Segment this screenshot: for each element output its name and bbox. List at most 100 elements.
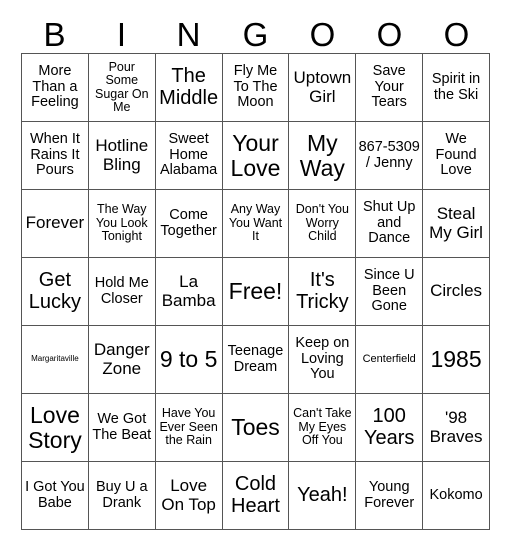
bingo-cell[interactable]: Fly Me To The Moon: [222, 54, 290, 122]
bingo-cell[interactable]: Get Lucky: [22, 258, 89, 326]
bingo-cell-label: Keep on Loving You: [295, 335, 350, 383]
bingo-cell[interactable]: When It Rains It Pours: [22, 122, 89, 190]
bingo-cell-label: Centerfield: [362, 352, 416, 365]
bingo-cell-label: Buy U a Drank: [95, 478, 148, 511]
bingo-cell[interactable]: 1985: [423, 326, 490, 394]
bingo-cell[interactable]: Pour Some Sugar On Me: [88, 54, 156, 122]
bingo-cell-label: Pour Some Sugar On Me: [95, 59, 149, 114]
bingo-cell-label: Free!: [228, 278, 283, 305]
bingo-cell-label: Get Lucky: [28, 268, 82, 313]
bingo-cell-label: Forever: [25, 213, 85, 233]
bingo-cell-label: Margaritaville: [31, 354, 79, 364]
bingo-cell-label: '98 Braves: [429, 408, 483, 446]
bingo-header-letter-5: O: [309, 16, 336, 53]
bingo-card: B I N G O O O More Than a Feeling Pour Some Sug…: [0, 0, 511, 544]
bingo-cell[interactable]: 9 to 5: [155, 326, 223, 394]
bingo-cell-label: Hold Me Closer: [94, 274, 149, 307]
bingo-header-letter-6: O: [376, 16, 403, 53]
bingo-cell[interactable]: Cold Heart: [222, 462, 290, 530]
bingo-cell-label: We Found Love: [435, 131, 477, 179]
bingo-cell[interactable]: Centerfield: [356, 326, 424, 394]
bingo-cell[interactable]: Since U Been Gone: [356, 258, 424, 326]
bingo-cell-label: Love On Top: [161, 476, 216, 514]
bingo-cell[interactable]: Steal My Girl: [423, 190, 490, 258]
bingo-cell[interactable]: Teenage Dream: [222, 326, 290, 394]
bingo-cell[interactable]: The Way You Look Tonight: [88, 190, 156, 258]
bingo-cell[interactable]: My Way: [289, 122, 357, 190]
bingo-cell-label: Come Together: [160, 206, 217, 239]
bingo-cell-label: Fly Me To The Moon: [233, 63, 278, 111]
bingo-cell-label: Steal My Girl: [429, 204, 483, 242]
bingo-cell[interactable]: '98 Braves: [423, 394, 490, 462]
bingo-cell[interactable]: Spirit in the Ski: [423, 54, 490, 122]
bingo-cell[interactable]: Don't You Worry Child: [289, 190, 357, 258]
bingo-cell[interactable]: We Got The Beat: [88, 394, 156, 462]
bingo-cell[interactable]: Can't Take My Eyes Off You: [289, 394, 357, 462]
bingo-cell[interactable]: Sweet Home Alabama: [155, 122, 223, 190]
bingo-cell[interactable]: Kokomo: [423, 462, 490, 530]
bingo-cell[interactable]: Forever: [22, 190, 89, 258]
bingo-cell[interactable]: Young Forever: [356, 462, 424, 530]
bingo-cell[interactable]: Circles: [423, 258, 490, 326]
bingo-cell[interactable]: More Than a Feeling: [22, 54, 89, 122]
bingo-cell[interactable]: I Got You Babe: [22, 462, 89, 530]
bingo-cell-label: 1985: [430, 346, 482, 373]
bingo-cell-label: More Than a Feeling: [31, 63, 79, 111]
bingo-cell[interactable]: 867-5309 / Jenny: [356, 122, 424, 190]
bingo-cell[interactable]: La Bamba: [155, 258, 223, 326]
bingo-cell-label: I Got You Babe: [25, 478, 85, 511]
bingo-cell-label: It's Tricky: [296, 268, 349, 313]
bingo-cell[interactable]: Love On Top: [155, 462, 223, 530]
bingo-cell[interactable]: 100 Years: [356, 394, 424, 462]
bingo-cell[interactable]: Have You Ever Seen the Rain: [155, 394, 223, 462]
bingo-cell-label: The Way You Look Tonight: [95, 202, 148, 244]
bingo-cell-label: Love Story: [28, 401, 82, 453]
bingo-cell[interactable]: Hotline Bling: [88, 122, 156, 190]
bingo-cell-label: Danger Zone: [93, 340, 150, 378]
bingo-cell-label: Shut Up and Dance: [363, 199, 416, 247]
bingo-cell-label: 867-5309 / Jenny: [358, 138, 420, 171]
bingo-cell-label: When It Rains It Pours: [29, 131, 80, 179]
bingo-cell[interactable]: Buy U a Drank: [88, 462, 156, 530]
bingo-cell-label: Sweet Home Alabama: [160, 131, 218, 179]
bingo-cell-label: Young Forever: [364, 478, 415, 511]
bingo-cell-label: Teenage Dream: [227, 342, 284, 375]
bingo-grid: More Than a Feeling Pour Some Sugar On Me…: [21, 53, 490, 530]
bingo-cell[interactable]: Save Your Tears: [356, 54, 424, 122]
bingo-cell[interactable]: The Middle: [155, 54, 223, 122]
bingo-free-space[interactable]: Free!: [222, 258, 290, 326]
bingo-cell-label: Your Love: [230, 129, 281, 181]
bingo-cell[interactable]: Any Way You Want It: [222, 190, 290, 258]
bingo-cell[interactable]: Keep on Loving You: [289, 326, 357, 394]
bingo-cell-label: Since U Been Gone: [363, 267, 415, 315]
bingo-cell[interactable]: Toes: [222, 394, 290, 462]
bingo-cell-label: Don't You Worry Child: [295, 202, 349, 244]
bingo-cell[interactable]: It's Tricky: [289, 258, 357, 326]
bingo-cell[interactable]: Danger Zone: [88, 326, 156, 394]
bingo-cell-label: Yeah!: [297, 483, 348, 506]
bingo-cell[interactable]: Uptown Girl: [289, 54, 357, 122]
bingo-cell[interactable]: Love Story: [22, 394, 89, 462]
bingo-cell[interactable]: Shut Up and Dance: [356, 190, 424, 258]
bingo-cell-label: Hotline Bling: [95, 136, 149, 174]
bingo-cell-label: Save Your Tears: [371, 63, 407, 111]
bingo-header-letter-4: G: [242, 16, 269, 53]
bingo-cell-label: My Way: [299, 129, 345, 181]
bingo-cell-label: Uptown Girl: [293, 68, 352, 106]
bingo-cell-label: Kokomo: [429, 486, 483, 503]
bingo-header-letter-1: B: [43, 16, 66, 53]
bingo-cell[interactable]: Your Love: [222, 122, 290, 190]
bingo-cell[interactable]: We Found Love: [423, 122, 490, 190]
bingo-cell-label: Have You Ever Seen the Rain: [159, 406, 218, 448]
bingo-header-letter-7: O: [443, 16, 470, 53]
bingo-cell-label: La Bamba: [161, 272, 216, 310]
bingo-cell-label: Can't Take My Eyes Off You: [293, 406, 352, 448]
bingo-cell-label: The Middle: [159, 64, 219, 109]
bingo-cell[interactable]: Hold Me Closer: [88, 258, 156, 326]
bingo-cell[interactable]: Yeah!: [289, 462, 357, 530]
bingo-cell-label: We Got The Beat: [92, 410, 152, 443]
bingo-cell[interactable]: Come Together: [155, 190, 223, 258]
bingo-cell[interactable]: Margaritaville: [22, 326, 89, 394]
bingo-cell-label: Toes: [231, 414, 280, 441]
bingo-cell-label: Circles: [430, 281, 483, 301]
